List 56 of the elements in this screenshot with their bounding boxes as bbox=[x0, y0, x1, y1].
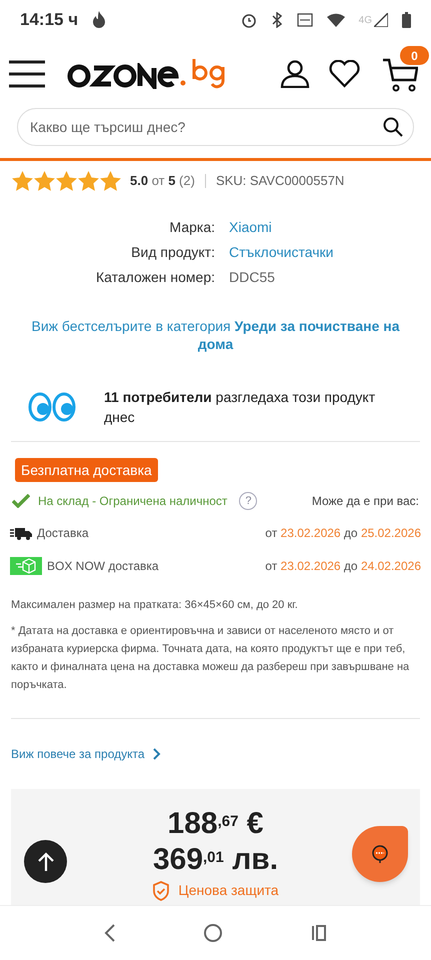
see-more-link[interactable]: Виж повече за продукта bbox=[11, 744, 161, 762]
user-icon[interactable] bbox=[280, 60, 310, 88]
back-icon[interactable] bbox=[104, 924, 116, 942]
menu-icon[interactable] bbox=[9, 60, 45, 88]
truck-icon bbox=[10, 526, 32, 540]
price-protection-text: Ценова защита bbox=[178, 881, 279, 900]
chevron-right-icon bbox=[152, 748, 161, 760]
star-icon bbox=[78, 171, 99, 191]
ozone-logo[interactable] bbox=[67, 59, 227, 89]
search-icon[interactable] bbox=[383, 117, 403, 137]
rating-text: 5.0 от 5 (2) bbox=[130, 172, 195, 190]
alarm-icon bbox=[240, 12, 257, 28]
viewers-text: 11 потребители разгледаха този продукт днес bbox=[104, 388, 376, 427]
spec-value: DDC55 bbox=[229, 268, 276, 287]
battery-icon bbox=[402, 12, 411, 28]
spec-link[interactable]: Стъклочистачки bbox=[229, 242, 431, 262]
flame-icon bbox=[92, 11, 106, 29]
price-eur: 188$^{,67}$ € bbox=[168, 806, 264, 842]
spec-label: Каталожен номер: bbox=[94, 268, 215, 287]
price-bgn: 369$^{,01}$ лв. bbox=[152, 842, 278, 878]
help-icon[interactable]: ? bbox=[239, 492, 258, 510]
bg-wordmark-icon bbox=[191, 59, 227, 89]
star-icon bbox=[12, 171, 33, 191]
arrow-up-icon bbox=[38, 852, 54, 872]
delivery-method: Доставка bbox=[37, 525, 89, 542]
wifi-icon bbox=[326, 13, 345, 27]
recents-icon[interactable] bbox=[311, 924, 328, 942]
checkmark-icon bbox=[12, 494, 30, 508]
bestsellers-link[interactable]: Виж бестселърите в категория Уреди за почистване на дома bbox=[0, 317, 431, 353]
network-label: 4G bbox=[358, 14, 372, 28]
star-icon bbox=[34, 171, 55, 191]
star-icon bbox=[56, 171, 77, 191]
eyes-icon bbox=[28, 392, 76, 422]
max-size-text: Максимален размер на пратката: 36×45×60 см, до 20 кг. bbox=[10, 598, 299, 613]
spec-label: Вид продукт: bbox=[130, 243, 215, 262]
home-icon[interactable] bbox=[203, 923, 224, 943]
delivery-dates: от 23.02.2026 до 24.02.2026 bbox=[265, 558, 421, 575]
delivery-note: * Датата на доставка е ориентировъчна и зависи от населеното място и от избраната куриерска фирма. Точната дата, на която продуктът ще е при теб, както и финалната цена на доставка можеш да разбереш при завършване на поръчката. bbox=[10, 624, 410, 692]
bluetooth-icon bbox=[270, 12, 283, 28]
status-time: 14:15 ч bbox=[20, 9, 78, 32]
sku-text: SKU: SAVC0000557N bbox=[216, 172, 344, 190]
volte-icon bbox=[296, 12, 313, 28]
signal-icon bbox=[374, 13, 388, 27]
spec-label: Марка: bbox=[168, 218, 215, 237]
free-shipping-badge: Безплатна доставка bbox=[15, 458, 158, 482]
delivery-dates: от 23.02.2026 до 25.02.2026 bbox=[265, 525, 421, 542]
heart-icon[interactable] bbox=[329, 60, 360, 88]
star-icon bbox=[100, 171, 121, 191]
delivery-method: BOX NOW доставка bbox=[47, 558, 159, 575]
shield-check-icon bbox=[152, 880, 170, 900]
spec-link[interactable]: Xiaomi bbox=[229, 217, 431, 237]
cart-count-badge: 0 bbox=[400, 46, 429, 65]
search-field[interactable]: Какво ще търсиш днес? bbox=[17, 108, 414, 146]
package-icon bbox=[10, 557, 42, 575]
stock-status: На склад - Ограничена наличност bbox=[38, 493, 228, 510]
arrival-label: Може да е при вас: bbox=[312, 493, 419, 510]
